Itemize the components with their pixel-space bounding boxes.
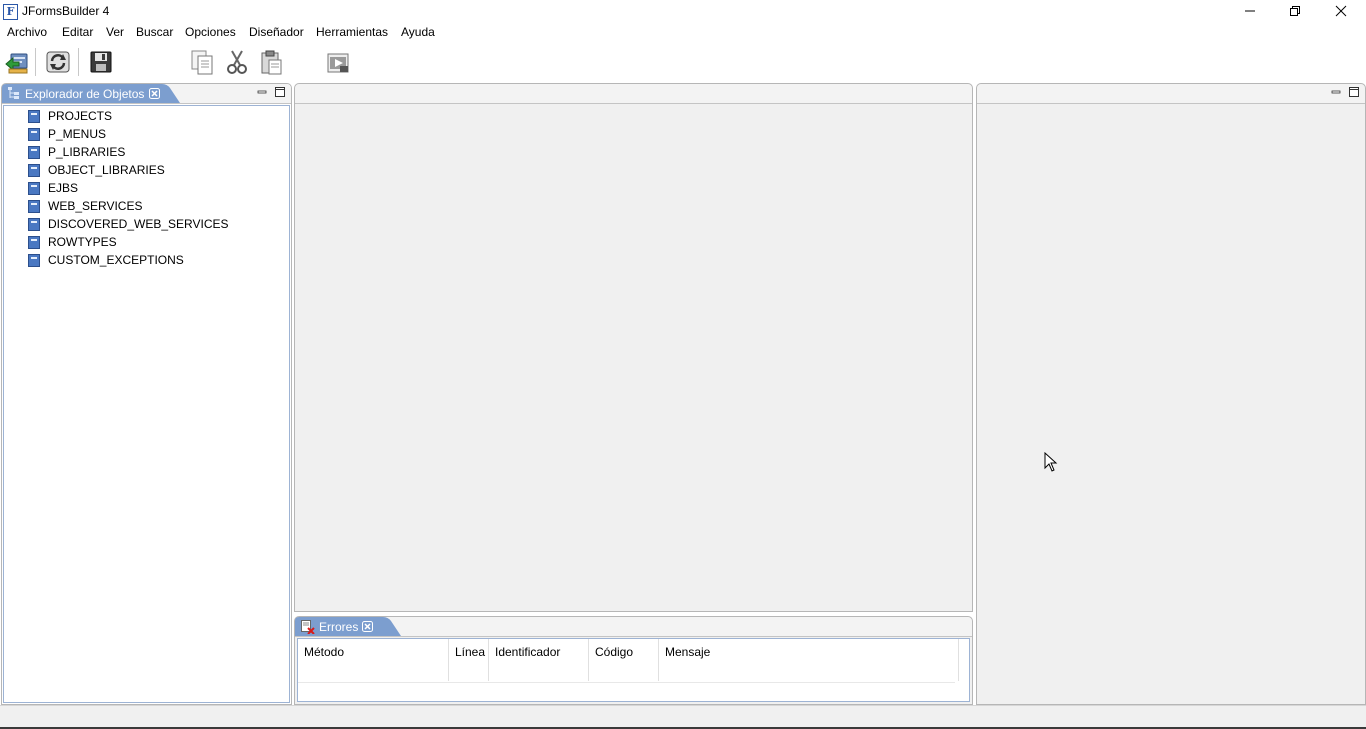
- column-header-label: Identificador: [495, 645, 561, 659]
- node-icon: [28, 127, 40, 141]
- tab-explorer[interactable]: Explorador de Objetos: [2, 84, 180, 103]
- node-icon: [28, 181, 40, 195]
- restore-icon: [1290, 6, 1300, 16]
- column-header-mensaje[interactable]: Mensaje: [659, 639, 959, 681]
- tree-item-custom-exceptions[interactable]: CUSTOM_EXCEPTIONS: [28, 251, 184, 269]
- title-bar: F JFormsBuilder 4: [0, 0, 1366, 22]
- editor-panel[interactable]: [294, 83, 973, 612]
- toolbar: [0, 43, 1366, 81]
- menu-ver[interactable]: Ver: [106, 25, 124, 39]
- explorer-header: Explorador de Objetos: [2, 84, 291, 104]
- node-icon: [28, 235, 40, 249]
- close-icon[interactable]: [149, 88, 160, 99]
- properties-panel[interactable]: [976, 83, 1366, 705]
- column-header-codigo[interactable]: Código: [589, 639, 659, 681]
- tree-item-p-menus[interactable]: P_MENUS: [28, 125, 106, 143]
- refresh-icon: [46, 51, 70, 73]
- tree-view-icon: [8, 87, 19, 99]
- errors-panel: Errores Método Línea Identificador Códig…: [294, 616, 973, 705]
- minimize-icon: [1245, 10, 1255, 12]
- menu-ayuda[interactable]: Ayuda: [401, 25, 435, 39]
- editor-header: [295, 84, 972, 104]
- object-explorer-panel: Explorador de Objetos PROJECTS P_MENUS P…: [1, 83, 292, 705]
- run-form-button[interactable]: [323, 46, 353, 78]
- tab-errors[interactable]: Errores: [295, 617, 403, 636]
- minimize-panel-icon[interactable]: [1330, 86, 1342, 98]
- close-button[interactable]: [1318, 0, 1364, 22]
- menu-archivo[interactable]: Archivo: [7, 25, 47, 39]
- node-icon: [28, 145, 40, 159]
- properties-header: [977, 84, 1365, 104]
- node-icon: [28, 199, 40, 213]
- tree-item-label: OBJECT_LIBRARIES: [48, 163, 165, 177]
- copy-icon: [191, 50, 213, 75]
- maximize-panel-icon[interactable]: [274, 86, 286, 98]
- status-bar: [0, 705, 1366, 728]
- node-icon: [28, 163, 40, 177]
- tree-item-rowtypes[interactable]: ROWTYPES: [28, 233, 117, 251]
- object-tree: PROJECTS P_MENUS P_LIBRARIES OBJECT_LIBR…: [3, 105, 290, 703]
- tree-item-label: P_LIBRARIES: [48, 145, 126, 159]
- run-form-icon: [327, 53, 349, 73]
- menu-editar[interactable]: Editar: [62, 25, 93, 39]
- close-icon: [1335, 5, 1347, 17]
- column-header-label: Mensaje: [665, 645, 711, 659]
- cut-button[interactable]: [222, 46, 252, 78]
- menu-buscar[interactable]: Buscar: [136, 25, 173, 39]
- menu-bar: Archivo Editar Ver Buscar Opciones Diseñ…: [0, 22, 1366, 44]
- table-row-divider: [298, 682, 955, 683]
- tree-item-object-libraries[interactable]: OBJECT_LIBRARIES: [28, 161, 165, 179]
- node-icon: [28, 253, 40, 267]
- save-button[interactable]: [86, 46, 116, 78]
- column-header-identificador[interactable]: Identificador: [489, 639, 589, 681]
- column-header-label: Línea: [455, 645, 486, 659]
- column-header-label: Código: [595, 645, 634, 659]
- tree-item-label: P_MENUS: [48, 127, 107, 141]
- close-icon[interactable]: [362, 621, 373, 632]
- paste-icon: [261, 50, 282, 75]
- mouse-cursor-icon: [1044, 452, 1058, 472]
- app-icon: F: [3, 4, 18, 20]
- column-header-metodo[interactable]: Método: [298, 639, 449, 681]
- copy-button[interactable]: [187, 46, 217, 78]
- menu-herramientas[interactable]: Herramientas: [316, 25, 388, 39]
- tree-item-projects[interactable]: PROJECTS: [28, 107, 112, 125]
- node-icon: [28, 109, 40, 123]
- menu-opciones[interactable]: Opciones: [185, 25, 236, 39]
- menu-disenador[interactable]: Diseñador: [249, 25, 304, 39]
- column-header-label: Método: [304, 645, 345, 659]
- minimize-button[interactable]: [1227, 0, 1273, 22]
- open-project-icon: [5, 53, 28, 74]
- explorer-tab-label: Explorador de Objetos: [25, 87, 145, 101]
- tree-item-p-libraries[interactable]: P_LIBRARIES: [28, 143, 125, 161]
- errors-table: Método Línea Identificador Código Mensaj…: [297, 638, 970, 702]
- tree-item-label: DISCOVERED_WEB_SERVICES: [48, 217, 229, 231]
- tree-item-label: EJBS: [48, 181, 79, 195]
- tree-item-discovered-web-services[interactable]: DISCOVERED_WEB_SERVICES: [28, 215, 229, 233]
- toolbar-separator: [78, 48, 79, 76]
- error-list-icon: [301, 620, 315, 634]
- paste-button[interactable]: [256, 46, 286, 78]
- tree-item-label: WEB_SERVICES: [48, 199, 143, 213]
- column-header-linea[interactable]: Línea: [449, 639, 489, 681]
- tree-item-label: CUSTOM_EXCEPTIONS: [48, 253, 184, 267]
- tree-item-web-services[interactable]: WEB_SERVICES: [28, 197, 142, 215]
- tree-item-label: PROJECTS: [48, 109, 113, 123]
- open-project-button[interactable]: [2, 46, 32, 78]
- errors-tab-label: Errores: [319, 620, 359, 634]
- cut-icon: [227, 50, 247, 74]
- minimize-panel-icon[interactable]: [256, 86, 268, 98]
- refresh-button[interactable]: [43, 46, 73, 78]
- errors-header: Errores: [295, 617, 972, 637]
- save-icon: [90, 51, 112, 73]
- node-icon: [28, 217, 40, 231]
- tree-item-ejbs[interactable]: EJBS: [28, 179, 78, 197]
- maximize-panel-icon[interactable]: [1348, 86, 1360, 98]
- restore-button[interactable]: [1272, 0, 1318, 22]
- window-title: JFormsBuilder 4: [22, 4, 110, 18]
- tree-item-label: ROWTYPES: [48, 235, 117, 249]
- toolbar-separator: [35, 48, 36, 76]
